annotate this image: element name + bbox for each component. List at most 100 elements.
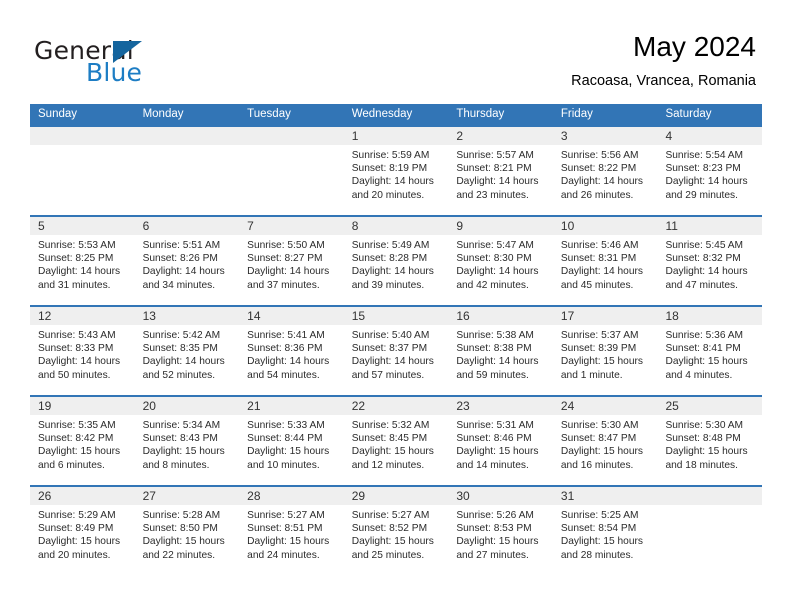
weekday-saturday: Saturday — [665, 108, 712, 120]
day-cell[interactable]: 14 Sunrise: 5:41 AM Sunset: 8:36 PM Dayligh… — [239, 307, 344, 395]
sunset-text: Sunset: 8:26 PM — [142, 253, 218, 265]
sunset-text: Sunset: 8:42 PM — [38, 433, 114, 445]
sunrise-text: Sunrise: 5:50 AM — [247, 240, 325, 251]
day-info: Sunrise: 5:50 AM Sunset: 8:27 PM Daylight:… — [239, 235, 344, 292]
day-cell[interactable]: 30 Sunrise: 5:26 AM Sunset: 8:53 PM Dayligh… — [448, 487, 553, 575]
day-cell[interactable]: 20 Sunrise: 5:34 AM Sunset: 8:43 PM Dayligh… — [134, 397, 240, 485]
sunset-text: Sunset: 8:23 PM — [665, 163, 741, 175]
day-cell[interactable]: 16 Sunrise: 5:38 AM Sunset: 8:38 PM Dayligh… — [448, 307, 553, 395]
day-cell[interactable]: 4 Sunrise: 5:54 AM Sunset: 8:23 PM Daylight… — [657, 127, 763, 215]
daylight-text-line2: and 59 minutes. — [456, 369, 529, 381]
day-number: 3 — [552, 127, 658, 145]
day-cell[interactable]: 24 Sunrise: 5:30 AM Sunset: 8:47 PM Dayligh… — [552, 397, 658, 485]
day-cell[interactable]: 9 Sunrise: 5:47 AM Sunset: 8:30 PM Daylight… — [448, 217, 553, 305]
sunset-text: Sunset: 8:51 PM — [247, 523, 323, 535]
day-cell[interactable]: 26 Sunrise: 5:29 AM Sunset: 8:49 PM Dayligh… — [30, 487, 135, 575]
day-cell[interactable]: 7 Sunrise: 5:50 AM Sunset: 8:27 PM Daylight… — [239, 217, 344, 305]
day-cell[interactable]: 3 Sunrise: 5:56 AM Sunset: 8:22 PM Daylight… — [552, 127, 658, 215]
daylight-text-line1: Daylight: 15 hours — [351, 536, 434, 548]
day-number: 19 — [30, 397, 135, 415]
daylight-text-line2: and 39 minutes. — [351, 279, 425, 291]
day-info — [657, 505, 762, 509]
day-info: Sunrise: 5:54 AM Sunset: 8:23 PM Daylight:… — [657, 145, 762, 202]
weekday-tuesday: Tuesday — [247, 108, 291, 120]
day-cell[interactable] — [134, 127, 240, 215]
day-cell[interactable]: 2 Sunrise: 5:57 AM Sunset: 8:21 PM Daylight… — [448, 127, 553, 215]
day-info: Sunrise: 5:25 AM Sunset: 8:54 PM Daylight:… — [553, 505, 658, 562]
day-number — [134, 127, 240, 145]
day-number: 10 — [552, 217, 658, 235]
day-cell[interactable]: 27 Sunrise: 5:28 AM Sunset: 8:50 PM Dayligh… — [134, 487, 240, 575]
week-row: 1 Sunrise: 5:59 AM Sunset: 8:19 PM Daylight… — [30, 125, 763, 215]
day-info: Sunrise: 5:27 AM Sunset: 8:51 PM Daylight:… — [239, 505, 344, 562]
sunset-text: Sunset: 8:38 PM — [456, 343, 532, 355]
day-info: Sunrise: 5:38 AM Sunset: 8:38 PM Daylight:… — [448, 325, 553, 382]
sunrise-text: Sunrise: 5:37 AM — [560, 330, 639, 341]
sunrise-text: Sunrise: 5:31 AM — [456, 420, 534, 431]
daylight-text-line2: and 45 minutes. — [560, 279, 634, 291]
week-row: 19 Sunrise: 5:35 AM Sunset: 8:42 PM Dayligh… — [30, 395, 763, 485]
daylight-text-line2: and 28 minutes. — [560, 549, 634, 561]
daylight-text-line1: Daylight: 14 hours — [560, 176, 644, 188]
daylight-text-line1: Daylight: 15 hours — [560, 446, 644, 458]
day-info — [30, 145, 135, 149]
sunset-text: Sunset: 8:43 PM — [142, 433, 218, 445]
day-cell[interactable] — [30, 127, 135, 215]
day-cell[interactable] — [657, 487, 763, 575]
sunrise-text: Sunrise: 5:45 AM — [665, 240, 744, 251]
day-cell[interactable]: 23 Sunrise: 5:31 AM Sunset: 8:46 PM Dayligh… — [448, 397, 553, 485]
day-info: Sunrise: 5:36 AM Sunset: 8:41 PM Daylight:… — [657, 325, 762, 382]
day-info: Sunrise: 5:57 AM Sunset: 8:21 PM Daylight:… — [448, 145, 553, 202]
sunset-text: Sunset: 8:30 PM — [456, 253, 532, 265]
day-number: 18 — [657, 307, 763, 325]
day-info — [239, 145, 344, 149]
day-cell[interactable]: 31 Sunrise: 5:25 AM Sunset: 8:54 PM Dayligh… — [552, 487, 658, 575]
day-cell[interactable]: 19 Sunrise: 5:35 AM Sunset: 8:42 PM Dayligh… — [30, 397, 135, 485]
day-cell[interactable]: 22 Sunrise: 5:32 AM Sunset: 8:45 PM Dayligh… — [343, 397, 449, 485]
day-cell[interactable]: 25 Sunrise: 5:30 AM Sunset: 8:48 PM Dayligh… — [657, 397, 763, 485]
daylight-text-line2: and 57 minutes. — [351, 369, 425, 381]
daylight-text-line2: and 47 minutes. — [665, 279, 738, 291]
day-cell[interactable]: 1 Sunrise: 5:59 AM Sunset: 8:19 PM Daylight… — [343, 127, 449, 215]
daylight-text-line1: Daylight: 14 hours — [142, 356, 225, 368]
day-cell[interactable]: 18 Sunrise: 5:36 AM Sunset: 8:41 PM Dayligh… — [657, 307, 763, 395]
weekday-friday: Friday — [560, 108, 593, 120]
day-cell[interactable]: 28 Sunrise: 5:27 AM Sunset: 8:51 PM Dayligh… — [239, 487, 344, 575]
day-number: 12 — [30, 307, 135, 325]
daylight-text-line1: Daylight: 15 hours — [38, 536, 121, 548]
day-cell[interactable]: 5 Sunrise: 5:53 AM Sunset: 8:25 PM Daylight… — [30, 217, 135, 305]
day-cell[interactable]: 8 Sunrise: 5:49 AM Sunset: 8:28 PM Daylight… — [343, 217, 449, 305]
day-number: 15 — [343, 307, 449, 325]
day-number — [657, 487, 763, 505]
sunrise-text: Sunrise: 5:42 AM — [142, 330, 221, 341]
sunrise-text: Sunrise: 5:41 AM — [247, 330, 325, 341]
day-cell[interactable]: 12 Sunrise: 5:43 AM Sunset: 8:33 PM Dayligh… — [30, 307, 135, 395]
day-cell[interactable]: 15 Sunrise: 5:40 AM Sunset: 8:37 PM Dayligh… — [343, 307, 449, 395]
sunset-text: Sunset: 8:52 PM — [351, 523, 428, 535]
daylight-text-line1: Daylight: 14 hours — [456, 356, 539, 368]
daylight-text-line1: Daylight: 14 hours — [38, 356, 121, 368]
day-cell[interactable]: 11 Sunrise: 5:45 AM Sunset: 8:32 PM Dayligh… — [657, 217, 763, 305]
sunrise-text: Sunrise: 5:40 AM — [351, 330, 430, 341]
day-cell[interactable]: 13 Sunrise: 5:42 AM Sunset: 8:35 PM Dayligh… — [134, 307, 240, 395]
sunset-text: Sunset: 8:22 PM — [560, 163, 637, 175]
logo-text-blue: Blue — [86, 58, 143, 87]
day-cell[interactable]: 21 Sunrise: 5:33 AM Sunset: 8:44 PM Dayligh… — [239, 397, 344, 485]
day-info: Sunrise: 5:45 AM Sunset: 8:32 PM Daylight:… — [657, 235, 762, 292]
day-info: Sunrise: 5:43 AM Sunset: 8:33 PM Daylight:… — [30, 325, 135, 382]
day-info: Sunrise: 5:40 AM Sunset: 8:37 PM Daylight:… — [344, 325, 449, 382]
day-cell[interactable]: 17 Sunrise: 5:37 AM Sunset: 8:39 PM Dayligh… — [552, 307, 658, 395]
day-info: Sunrise: 5:37 AM Sunset: 8:39 PM Daylight:… — [553, 325, 658, 382]
day-info: Sunrise: 5:29 AM Sunset: 8:49 PM Daylight:… — [30, 505, 135, 562]
day-cell[interactable]: 29 Sunrise: 5:27 AM Sunset: 8:52 PM Dayligh… — [343, 487, 449, 575]
day-info: Sunrise: 5:51 AM Sunset: 8:26 PM Daylight:… — [135, 235, 240, 292]
daylight-text-line1: Daylight: 14 hours — [38, 266, 121, 278]
day-number: 2 — [448, 127, 553, 145]
day-cell[interactable]: 10 Sunrise: 5:46 AM Sunset: 8:31 PM Dayligh… — [552, 217, 658, 305]
day-info: Sunrise: 5:32 AM Sunset: 8:45 PM Daylight:… — [344, 415, 449, 472]
day-cell[interactable] — [239, 127, 344, 215]
day-cell[interactable]: 6 Sunrise: 5:51 AM Sunset: 8:26 PM Daylight… — [134, 217, 240, 305]
general-blue-logo[interactable]: General Blue — [34, 36, 234, 92]
day-number: 20 — [134, 397, 240, 415]
daylight-text-line2: and 42 minutes. — [456, 279, 529, 291]
